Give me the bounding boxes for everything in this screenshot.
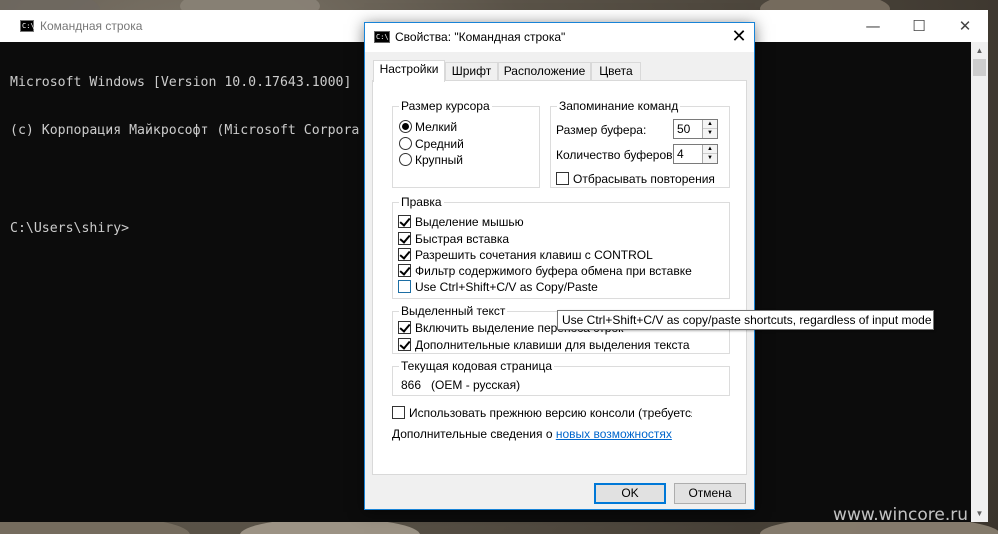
more-info-prefix: Дополнительные сведения о [392,427,556,441]
console-icon: C:\ [374,31,390,43]
legacy-console-checkbox[interactable]: Использовать прежнюю версию консоли (тре… [392,406,692,420]
ctrl-shift-cv-tooltip: Use Ctrl+Shift+C/V as copy/paste shortcu… [557,310,934,330]
console-line: (c) Корпорация Майкрософт (Microsoft Cor… [10,123,360,139]
spin-down-icon[interactable]: ▼ [703,129,717,138]
checkbox-label: Быстрая вставка [415,232,510,246]
checkbox[interactable] [398,232,411,245]
radio-button[interactable] [399,137,412,150]
checkbox-label: Фильтр содержимого буфера обмена при вст… [415,264,692,278]
properties-dialog: C:\ Свойства: "Командная строка" ✕ Настр… [364,22,755,510]
tab-colors[interactable]: Цвета [591,62,641,81]
extended-keys-checkbox[interactable]: Дополнительные клавиши для выделения тек… [398,338,690,352]
radio-small[interactable]: Мелкий [399,120,457,134]
checkbox[interactable] [398,215,411,228]
checkbox-label: Разрешить сочетания клавиш с CONTROL [415,248,653,262]
cancel-button[interactable]: Отмена [674,483,746,504]
radio-medium[interactable]: Средний [399,137,464,151]
group-label: Размер курсора [399,99,492,113]
spin-up-icon[interactable]: ▲ [703,145,717,154]
buffer-count-stepper[interactable]: 4 ▲ ▼ [673,144,718,164]
radio-button[interactable] [399,120,412,133]
tab-layout[interactable]: Расположение [498,62,591,81]
ctrl-shortcuts-checkbox[interactable]: Разрешить сочетания клавиш с CONTROL [398,248,653,262]
command-history-group: Запоминание команд Размер буфера: 50 ▲ ▼ … [550,99,730,188]
radio-label: Крупный [415,153,463,167]
checkbox[interactable] [398,338,411,351]
spin-up-icon[interactable]: ▲ [703,120,717,129]
codepage-group: Текущая кодовая страница 866 (OEM - русс… [392,359,730,396]
checkbox-label: Дополнительные клавиши для выделения тек… [415,338,690,352]
minimize-button[interactable]: — [850,10,896,42]
group-label: Правка [399,195,444,209]
checkbox[interactable] [398,264,411,277]
new-features-link[interactable]: новых возможностях [556,427,672,441]
scrollbar-thumb[interactable] [973,59,986,76]
scroll-up-arrow-icon[interactable]: ▲ [971,42,988,59]
tab-font[interactable]: Шрифт [445,62,498,81]
maximize-button[interactable]: ☐ [896,10,942,42]
codepage-value: 866 (OEM - русская) [401,378,521,392]
buffer-size-stepper[interactable]: 50 ▲ ▼ [673,119,718,139]
cursor-size-group: Размер курсора Мелкий Средний Крупный [392,99,540,188]
scroll-down-arrow-icon[interactable]: ▼ [971,505,988,522]
dialog-titlebar[interactable]: C:\ Свойства: "Командная строка" ✕ [365,23,754,52]
console-line: Microsoft Windows [Version 10.0.17643.10… [10,74,352,90]
console-line: C:\Users\shiry> [10,221,130,237]
console-icon: C:\ [20,20,35,32]
console-scrollbar[interactable]: ▲ ▼ [971,42,988,522]
filter-clipboard-checkbox[interactable]: Фильтр содержимого буфера обмена при вст… [398,264,692,278]
checkbox[interactable] [398,248,411,261]
buffer-size-value: 50 [677,122,691,136]
checkbox-label: Use Ctrl+Shift+C/V as Copy/Paste [415,280,598,294]
quick-insert-checkbox[interactable]: Быстрая вставка [398,232,509,246]
checkbox[interactable] [392,406,405,419]
radio-label: Средний [415,137,464,151]
tab-settings[interactable]: Настройки [373,60,445,82]
group-label: Запоминание команд [557,99,681,113]
console-close-button[interactable]: ✕ [942,10,988,42]
dialog-title: Свойства: "Командная строка" [395,30,566,44]
radio-label: Мелкий [415,120,458,134]
buffer-size-label: Размер буфера: [556,123,647,137]
console-output[interactable]: Microsoft Windows [Version 10.0.17643.10… [10,42,359,270]
spin-down-icon[interactable]: ▼ [703,154,717,163]
checkbox-label: Использовать прежнюю версию консоли (тре… [409,406,692,420]
checkbox-label: Выделение мышью [415,215,524,229]
ok-button[interactable]: OK [594,483,666,504]
buffer-count-label: Количество буферов: [556,148,676,162]
watermark: www.wincore.ru [833,505,968,525]
checkbox-label: Отбрасывать повторения [573,172,715,186]
group-label: Текущая кодовая страница [399,359,555,373]
group-label: Выделенный текст [399,304,508,318]
discard-duplicates-checkbox[interactable]: Отбрасывать повторения [556,172,715,186]
dialog-close-button[interactable]: ✕ [724,23,754,52]
more-info-text: Дополнительные сведения о новых возможно… [392,427,672,441]
checkbox[interactable] [556,172,569,185]
radio-button[interactable] [399,153,412,166]
quick-edit-checkbox[interactable]: Выделение мышью [398,215,524,229]
console-title: Командная строка [40,19,143,33]
edit-options-group: Правка Выделение мышью Быстрая вставка Р… [392,195,730,299]
checkbox[interactable] [398,321,411,334]
buffer-count-value: 4 [677,147,684,161]
settings-panel: Размер курсора Мелкий Средний Крупный За… [372,80,747,475]
ctrl-shift-cv-checkbox[interactable]: Use Ctrl+Shift+C/V as Copy/Paste [398,280,598,294]
radio-large[interactable]: Крупный [399,153,463,167]
checkbox[interactable] [398,280,411,293]
